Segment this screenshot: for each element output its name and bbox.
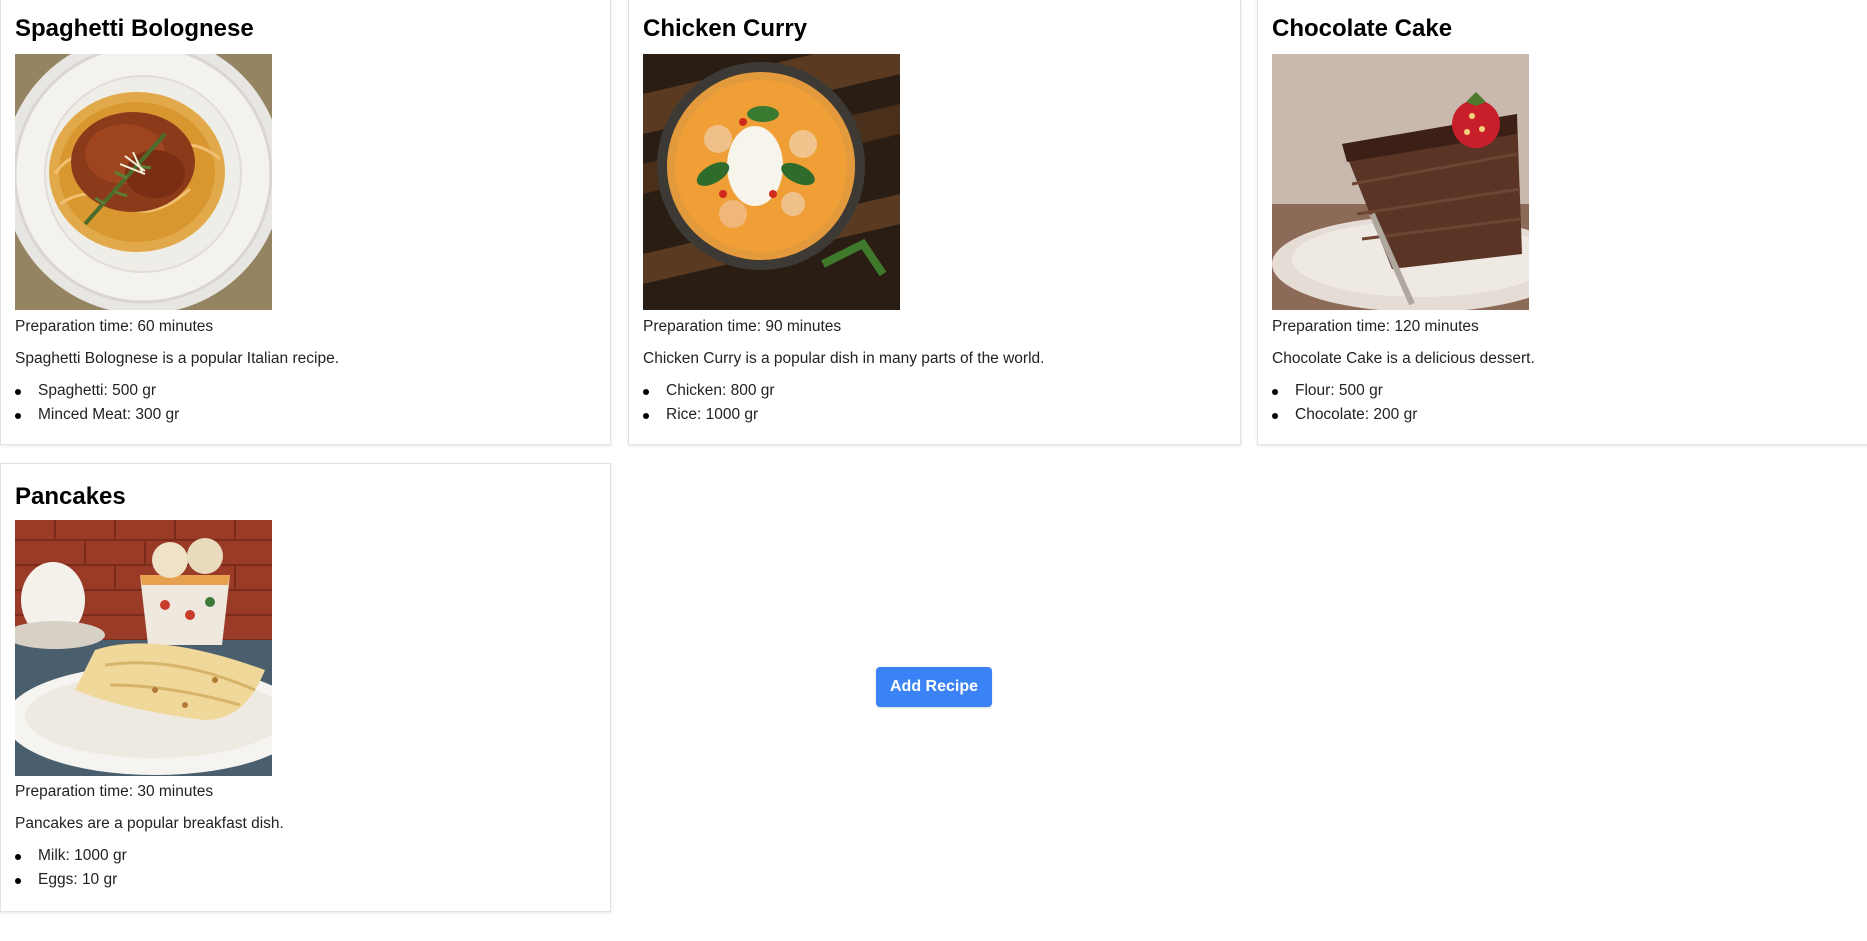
ingredient-item: Flour: 500 gr: [1272, 379, 1417, 403]
ingredient-list: Spaghetti: 500 gr Minced Meat: 300 gr: [15, 379, 179, 427]
prep-time: Preparation time: 30 minutes: [15, 783, 214, 800]
recipe-description: Spaghetti Bolognese is a popular Italian…: [15, 350, 339, 367]
recipe-card: Pancakes Preparation time: 30 minutes Pa…: [0, 463, 611, 912]
recipe-card: Spaghetti Bolognese Preparation time: 60…: [0, 0, 611, 445]
recipe-card: Chocolate Cake Preparation time: 120 min…: [1257, 0, 1867, 445]
recipe-description: Chocolate Cake is a delicious dessert.: [1272, 350, 1535, 367]
ingredient-item: Eggs: 10 gr: [15, 868, 127, 892]
ingredient-item: Chocolate: 200 gr: [1272, 403, 1417, 427]
chicken-curry-photo: [643, 54, 900, 310]
recipe-title: Pancakes: [15, 483, 126, 510]
ingredient-item: Minced Meat: 300 gr: [15, 403, 179, 427]
recipe-description: Chicken Curry is a popular dish in many …: [643, 350, 1045, 367]
ingredient-list: Milk: 1000 gr Eggs: 10 gr: [15, 844, 127, 892]
ingredient-item: Chicken: 800 gr: [643, 379, 775, 403]
recipe-title: Spaghetti Bolognese: [15, 15, 254, 42]
recipe-card: Chicken Curry Preparation time: 90 minut…: [628, 0, 1241, 445]
ingredient-item: Rice: 1000 gr: [643, 403, 775, 427]
recipe-title: Chicken Curry: [643, 15, 808, 42]
ingredient-item: Spaghetti: 500 gr: [15, 379, 179, 403]
recipe-description: Pancakes are a popular breakfast dish.: [15, 815, 284, 832]
ingredient-item: Milk: 1000 gr: [15, 844, 127, 868]
recipe-title: Chocolate Cake: [1272, 15, 1453, 42]
prep-time: Preparation time: 60 minutes: [15, 318, 214, 335]
chocolate-cake-photo: [1272, 54, 1529, 310]
prep-time: Preparation time: 90 minutes: [643, 318, 842, 335]
add-recipe-button[interactable]: Add Recipe: [876, 667, 992, 707]
spaghetti-bolognese-photo: [15, 54, 272, 310]
ingredient-list: Chicken: 800 gr Rice: 1000 gr: [643, 379, 775, 427]
ingredient-list: Flour: 500 gr Chocolate: 200 gr: [1272, 379, 1417, 427]
pancakes-photo: [15, 520, 272, 776]
prep-time: Preparation time: 120 minutes: [1272, 318, 1479, 335]
